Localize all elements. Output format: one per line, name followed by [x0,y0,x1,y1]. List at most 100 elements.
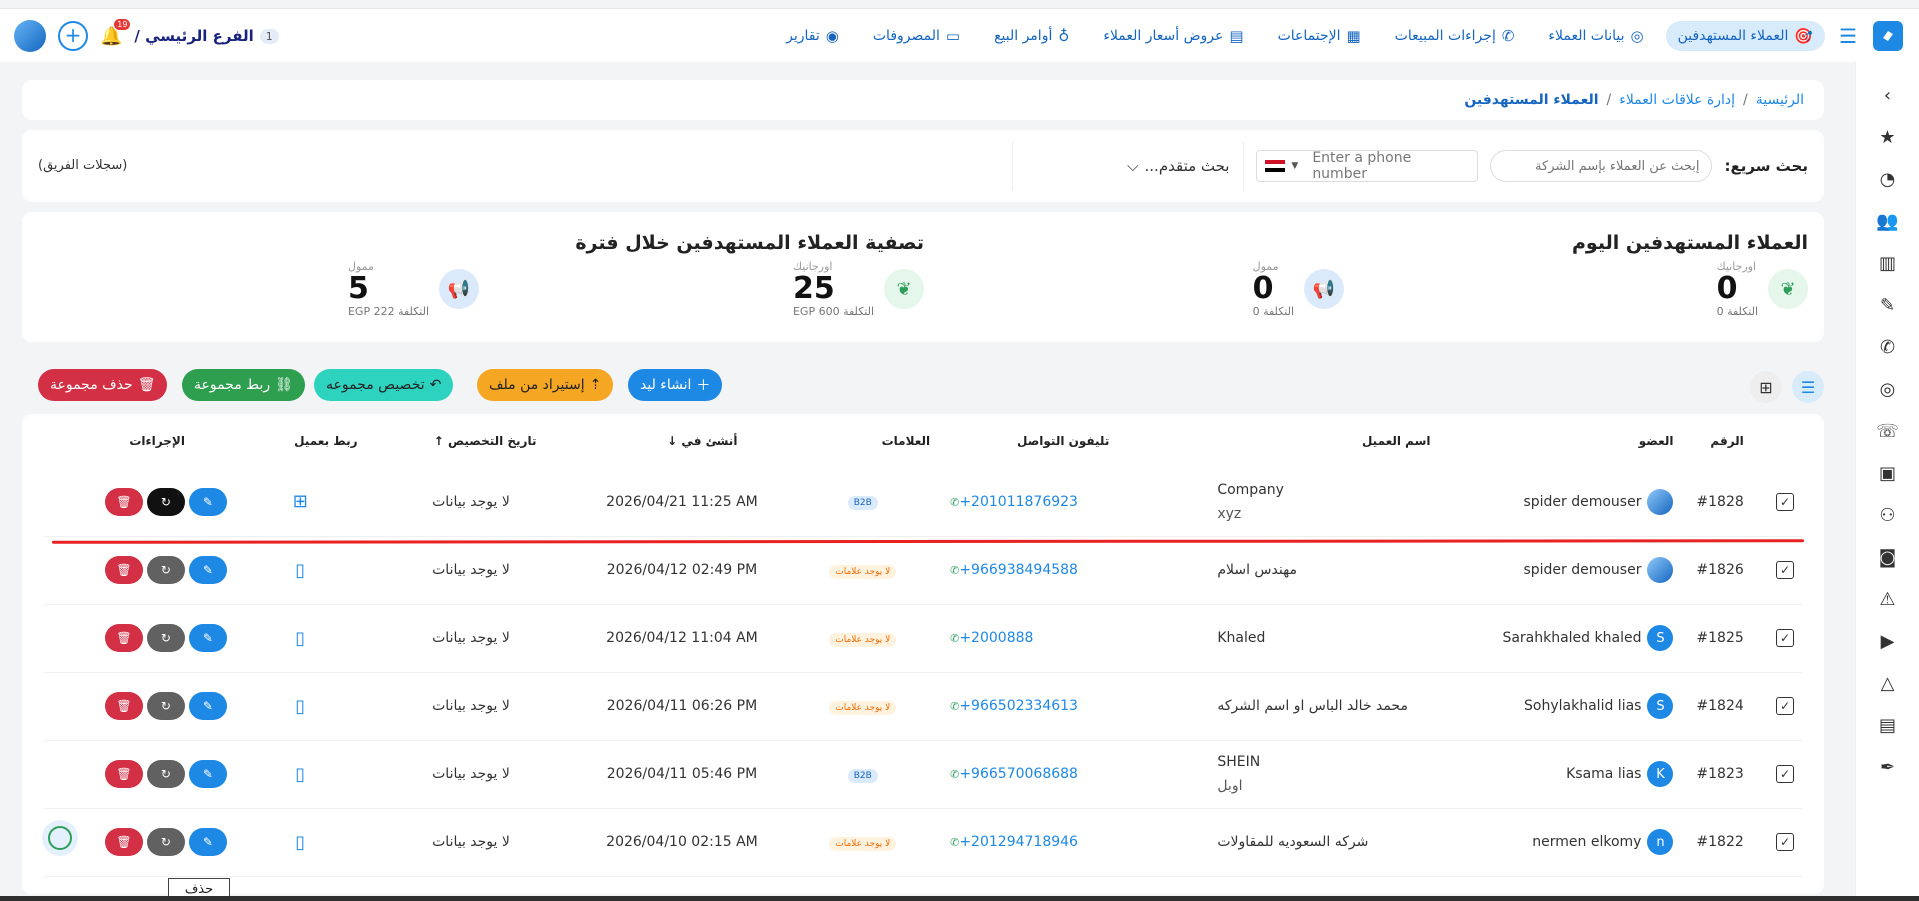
refresh-icon[interactable]: ↻ [146,624,185,652]
breadcrumb-home[interactable]: الرئيسية [1756,92,1804,108]
add-icon[interactable]: + [58,21,88,51]
row-number: #1828 [1681,468,1752,537]
dashboard-icon[interactable]: ◔ [1873,166,1903,192]
company-logo-icon[interactable] [14,20,46,52]
building-icon[interactable]: ▥ [1873,250,1903,276]
cost-label: التكلفة [843,305,874,318]
row-select-cell: ✓ [1751,740,1802,809]
edit-pencil-icon[interactable]: ✎ [188,556,227,584]
link-client-icon[interactable]: ⊞ [234,468,366,537]
link-client-icon[interactable]: ▯ [234,536,366,605]
edit-pencil-icon[interactable]: ✎ [188,624,227,652]
breadcrumb-section[interactable]: إدارة علاقات العملاء [1619,92,1735,108]
refresh-icon[interactable]: ↻ [146,556,185,584]
team-icon[interactable]: ⚇ [1873,502,1903,528]
nav-expenses[interactable]: ▭ المصروفات [861,21,972,51]
file-icon[interactable]: ▤ [1873,712,1903,738]
team-logs-link[interactable]: (سجلات الفريق) [38,158,127,173]
edit-pencil-icon[interactable]: ✎ [188,828,227,856]
row-client-cell: محمد خالد الباس او اسم الشركه [1209,672,1471,741]
link-client-icon[interactable]: ▯ [234,740,366,809]
nav-meetings[interactable]: ▦ الإجتماعات [1266,21,1373,51]
phone-number: +201011876923 [959,493,1078,510]
pen-icon[interactable]: ✒ [1873,754,1903,780]
client-name-text: شركه السعوديه للمقاولات [1217,834,1369,850]
calendar-icon[interactable]: ▣ [1873,460,1903,486]
advanced-search-toggle[interactable]: بحث متقدم... ⌵ [1012,141,1245,191]
nav-price-quotes[interactable]: ▤ عروض أسعار العملاء [1091,21,1255,51]
row-checkbox[interactable]: ✓ [1776,492,1794,511]
header-created[interactable]: أنشئ في ↓ [576,414,787,468]
phone-link[interactable]: ✆+966938494588 [946,562,1201,578]
link-client-icon[interactable]: ▯ [234,808,366,877]
row-client-cell: Khaled [1209,604,1471,673]
row-checkbox[interactable]: ✓ [1776,561,1794,579]
phone-search-input[interactable]: ▼ Enter a phone number [1256,150,1479,182]
button-label: انشاء ليد [640,377,692,393]
phone-link[interactable]: ✆+966570068688 [946,766,1201,782]
row-created-date: 2026/04/11 06:26 PM [576,672,788,741]
import-file-button[interactable]: ⇡ إستيراد من ملف [477,369,614,401]
edit-pencil-icon[interactable]: ✎ [188,487,227,516]
target-icon[interactable]: ◎ [1873,376,1903,402]
period-organic-stat: ❦ اورجانيك 25 التكلفة 600 EGP [793,260,924,318]
refresh-icon[interactable]: ↻ [146,692,185,720]
delete-trash-icon[interactable]: 🗑 [104,760,143,788]
delete-trash-icon[interactable]: 🗑 [104,692,143,720]
phone-link[interactable]: ✆+201294718946 [946,834,1201,850]
document-edit-icon[interactable]: ✎ [1873,292,1903,318]
phone-link[interactable]: ✆+966502334613 [946,698,1201,714]
refresh-icon[interactable]: ↻ [146,760,185,788]
nav-client-data[interactable]: ◎ بيانات العملاء [1536,21,1655,51]
delete-trash-icon[interactable]: 🗑 [104,624,143,652]
row-tags-cell: B2B [787,468,939,537]
edit-pencil-icon[interactable]: ✎ [188,692,227,720]
company-search-input[interactable] [1490,150,1713,182]
phone-link[interactable]: ✆+201011876923 [946,494,1201,510]
phone-call-icon[interactable]: ✆ [1873,334,1903,360]
row-checkbox[interactable]: ✓ [1776,833,1794,851]
share-icon: ↶ [429,377,442,393]
link-client-icon[interactable]: ▯ [234,604,366,673]
link-client-icon[interactable]: ▯ [234,672,366,741]
video-icon[interactable]: ▶ [1873,628,1903,654]
row-select-cell: ✓ [1751,672,1802,741]
edit-pencil-icon[interactable]: ✎ [188,760,227,788]
phone-link[interactable]: ✆+2000888 [946,630,1201,646]
leads-table-card: الرقم العضو اسم العميل تليفون التواصل ال… [22,414,1824,894]
users-icon[interactable]: 👥 [1873,208,1903,234]
triangle-icon[interactable]: △ [1873,670,1903,696]
row-checkbox[interactable]: ✓ [1776,765,1794,783]
link-group-button[interactable]: ⛓ ربط مجموعة [182,369,305,401]
delete-trash-icon[interactable]: 🗑 [104,487,143,516]
create-lead-button[interactable]: ＋ انشاء ليد [628,369,723,401]
hamburger-menu-icon[interactable]: ☰ [1839,24,1857,48]
app-logo-icon[interactable] [1873,20,1903,51]
row-checkbox[interactable]: ✓ [1776,629,1794,647]
nav-sales-orders[interactable]: ♁ أوامر البيع [982,21,1081,51]
nav-reports[interactable]: ◉ تقارير [774,21,851,51]
branch-selector[interactable]: 1 الفرع الرئيسي / [134,27,279,45]
egypt-flag-icon[interactable] [1265,159,1286,173]
telephone-icon[interactable]: ☏ [1873,418,1903,444]
assign-group-button[interactable]: ↶ تخصيص مجموعه [314,369,454,401]
list-view-icon[interactable]: ☰ [1792,371,1824,403]
grid-view-icon[interactable]: ⊞ [1750,371,1782,403]
refresh-icon[interactable]: ↻ [146,828,185,856]
header-assigned[interactable]: تاريخ التخصيص ↑ [366,414,577,468]
delete-trash-icon[interactable]: 🗑 [104,828,143,856]
nav-sales-actions[interactable]: ✆ إجراءات المبيعات [1383,21,1527,51]
member-name: nermen elkomy [1532,834,1642,850]
delete-trash-icon[interactable]: 🗑 [104,556,143,584]
warning-icon[interactable]: ⚠ [1873,586,1903,612]
star-icon[interactable]: ★ [1873,124,1903,150]
bell-icon[interactable]: 🔔 19 [100,18,131,47]
avatar: S [1647,693,1674,719]
refresh-icon[interactable]: ↻ [146,487,185,516]
row-checkbox[interactable]: ✓ [1776,697,1794,715]
tag-badge: B2B [847,496,878,511]
camera-icon[interactable]: ◙ [1873,544,1903,570]
nav-target-clients[interactable]: 🎯 العملاء المستهدفين [1665,20,1826,51]
collapse-chevron-icon[interactable]: ‹ [1873,82,1903,108]
delete-group-button[interactable]: 🗑 حذف مجموعة [38,369,168,401]
